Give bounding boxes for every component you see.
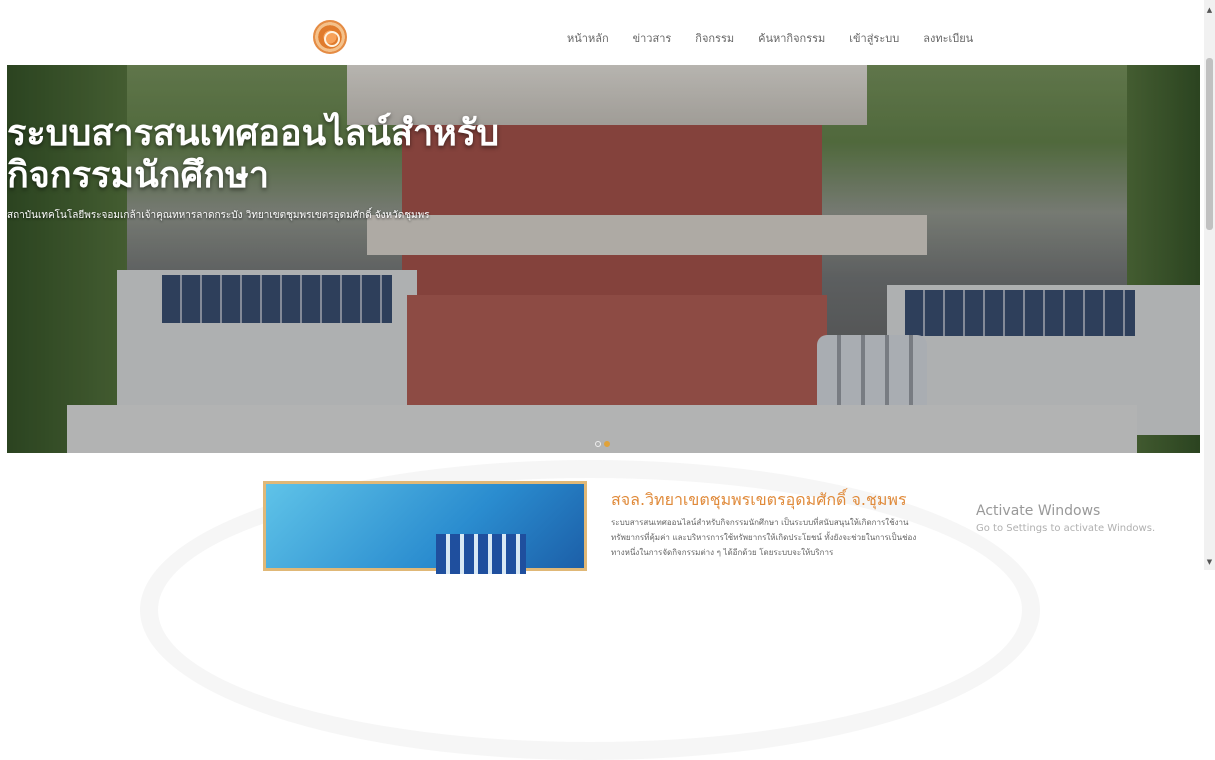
carousel-dot-1[interactable]	[595, 441, 601, 447]
nav-login[interactable]: เข้าสู่ระบบ	[849, 29, 899, 47]
scroll-up-arrow-icon[interactable]: ▲	[1206, 6, 1213, 14]
scroll-down-arrow-icon[interactable]: ▼	[1206, 558, 1213, 566]
activate-windows-hint: Go to Settings to activate Windows.	[976, 523, 1156, 534]
nav-news[interactable]: ข่าวสาร	[633, 29, 672, 47]
activate-windows-watermark: Activate Windows Go to Settings to activ…	[976, 503, 1155, 534]
vertical-scrollbar[interactable]: ▲ ▼	[1204, 0, 1215, 570]
nav-register[interactable]: ลงทะเบียน	[923, 29, 973, 47]
nav-activities[interactable]: กิจกรรม	[695, 29, 734, 47]
hero-subtitle: สถาบันเทคโนโลยีพระจอมเกล้าเจ้าคุณทหารลาด…	[7, 210, 430, 221]
nav-search-activities[interactable]: ค้นหากิจกรรม	[758, 29, 825, 47]
hero-title-line2: กิจกรรมนักศึกษา	[7, 155, 270, 196]
activate-windows-title: Activate Windows	[976, 503, 1101, 519]
hero-carousel[interactable]: ระบบสารสนเทศออนไลน์สำหรับ กิจกรรมนักศึกษ…	[7, 65, 1200, 453]
university-seal-icon[interactable]	[313, 20, 347, 54]
about-title: สจล.วิทยาเขตชุมพรเขตรอุดมศักดิ์ จ.ชุมพร	[611, 490, 907, 509]
hero-title: ระบบสารสนเทศออนไลน์สำหรับ กิจกรรมนักศึกษ…	[7, 113, 1200, 197]
carousel-dot-2[interactable]	[604, 441, 610, 447]
about-image	[263, 481, 587, 574]
top-navbar: หน้าหลัก ข่าวสาร กิจกรรม ค้นหากิจกรรม เข…	[7, 8, 1200, 65]
about-body: ระบบสารสนเทศออนไลน์สำหรับกิจกรรมนักศึกษา…	[611, 518, 917, 557]
hero-title-line1: ระบบสารสนเทศออนไลน์สำหรับ	[7, 113, 500, 154]
nav-home[interactable]: หน้าหลัก	[567, 29, 609, 47]
main-nav: หน้าหลัก ข่าวสาร กิจกรรม ค้นหากิจกรรม เข…	[567, 29, 997, 47]
carousel-indicators	[595, 441, 610, 447]
scrollbar-thumb[interactable]	[1206, 58, 1213, 230]
